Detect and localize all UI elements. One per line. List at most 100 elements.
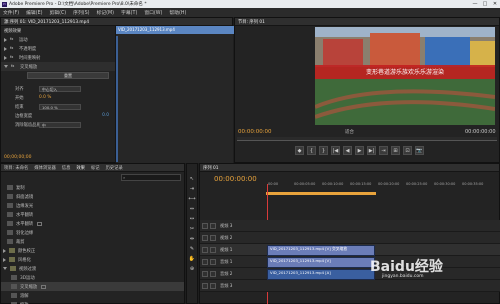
tab-source[interactable]: 源:序列 01: VID_20171203_112913.mp4 <box>4 19 89 25</box>
speaker-icon[interactable] <box>202 258 208 265</box>
razor-tool-icon[interactable]: ✂ <box>188 224 197 233</box>
watermark-sub: jingyan.baidu.com <box>382 274 424 279</box>
ruler-label: 00:00:15:00 <box>350 182 372 186</box>
clip-a1[interactable]: VID_20171203_112913.mp4 [A] <box>267 269 375 280</box>
folder-item[interactable]: 视频过渡 <box>1 264 184 273</box>
menu-window[interactable]: 窗口(W) <box>144 9 162 16</box>
tab-program[interactable]: 节目: 序列 01 <box>238 19 265 25</box>
field-end: 结束 100.0 % <box>15 102 113 111</box>
speaker-icon[interactable] <box>202 270 208 277</box>
sub-item-selected[interactable]: 交叉缩放 <box>1 282 184 291</box>
tab-markers[interactable]: 标记 <box>91 165 100 171</box>
effect-row-motion[interactable]: fx 运动 <box>1 35 115 44</box>
tab-info[interactable]: 信息 <box>62 165 71 171</box>
lock-icon[interactable] <box>210 270 216 277</box>
effect-item[interactable]: 复制 <box>1 183 184 192</box>
maximize-button[interactable]: □ <box>480 1 490 7</box>
go-to-in-button[interactable]: |◀ <box>331 146 340 155</box>
time-ruler[interactable]: 00:00 00:00:05:00 00:00:10:00 00:00:15:0… <box>266 182 500 190</box>
antialias-select[interactable]: 中 <box>39 121 81 128</box>
lock-icon[interactable] <box>210 222 216 229</box>
menu-clip[interactable]: 剪辑(C) <box>49 9 66 16</box>
effect-item[interactable]: 水平翻转 <box>1 210 184 219</box>
ripple-edit-tool-icon[interactable]: ⟷ <box>188 194 197 203</box>
sub-item[interactable]: 3D运动 <box>1 273 184 282</box>
step-back-button[interactable]: ◀ <box>343 146 352 155</box>
menu-file[interactable]: 文件(F) <box>3 9 19 16</box>
effect-row-opacity[interactable]: fx 不透明度 <box>1 44 115 53</box>
clip-bar[interactable]: VID_20171203_112913.mp4 <box>116 26 234 34</box>
clip-v1[interactable]: VID_20171203_112913.mp4 [V] <box>267 257 375 268</box>
timeline-timecode[interactable]: 00:00:00:00 <box>214 175 257 183</box>
clip-v2[interactable]: VID_20171203_112913.mp4 [V] 交叉缩放 <box>267 245 375 256</box>
track-select-tool-icon[interactable]: ⇥ <box>188 184 197 193</box>
accelerated-icon <box>37 221 43 226</box>
tab-history[interactable]: 历史记录 <box>106 165 123 171</box>
export-frame-button[interactable]: 📷 <box>415 146 424 155</box>
work-area-bar[interactable] <box>266 192 376 195</box>
fit-select[interactable]: 适合 <box>345 129 354 135</box>
effect-item[interactable]: 边缘发光 <box>1 201 184 210</box>
effect-item[interactable]: 裁剪 <box>1 237 184 246</box>
eye-icon[interactable] <box>202 234 208 241</box>
tab-sequence[interactable]: 序列 01 <box>203 165 218 171</box>
effect-row-time-remap[interactable]: fx 时间重映射 <box>1 53 115 62</box>
speaker-icon[interactable] <box>202 282 208 289</box>
folder-item[interactable]: 风格化 <box>1 255 184 264</box>
program-monitor-panel: 节目: 序列 01 变形巷道游乐族欢乐乐游渲染 00:00:00:00 适合 0… <box>234 17 500 163</box>
tab-project[interactable]: 项目: 未命名 <box>4 165 28 171</box>
selection-tool-icon[interactable]: ↖ <box>188 174 197 183</box>
menu-title[interactable]: 字幕(T) <box>121 9 137 16</box>
rate-stretch-tool-icon[interactable]: ↔ <box>188 214 197 223</box>
eye-icon[interactable] <box>202 222 208 229</box>
add-marker-button[interactable]: ◆ <box>295 146 304 155</box>
track-video-2: 视频 2 <box>200 232 500 244</box>
menu-marker[interactable]: 标记(M) <box>97 9 114 16</box>
timeline-panel: 序列 01 00:00:00:00 00:00 00:00:05:00 00:0… <box>199 163 500 304</box>
effects-panel: 项目: 未命名 媒体浏览器 信息 效果 标记 历史记录 ⌕ 复制 斜面滤镜 边缘… <box>0 163 185 304</box>
lift-button[interactable]: ⊞ <box>391 146 400 155</box>
sub-item[interactable]: 缩放 <box>1 300 184 304</box>
pen-tool-icon[interactable]: ✎ <box>188 244 197 253</box>
play-button[interactable]: ▶ <box>355 146 364 155</box>
reset-button[interactable]: 重置 <box>27 72 109 79</box>
lock-icon[interactable] <box>210 246 216 253</box>
effect-icon <box>7 203 13 208</box>
end-select[interactable]: 100.0 % <box>39 103 81 110</box>
program-scrubber[interactable] <box>237 137 497 141</box>
search-icon: ⌕ <box>123 175 126 180</box>
border-width-value[interactable]: 0.0 <box>102 113 109 118</box>
effect-controls-timecode: 00;00;00;00 <box>4 155 32 160</box>
eye-icon[interactable] <box>202 246 208 253</box>
minimize-button[interactable]: — <box>470 1 480 7</box>
slip-tool-icon[interactable]: ⇹ <box>188 234 197 243</box>
mark-in-button[interactable]: { <box>307 146 316 155</box>
tab-effects[interactable]: 效果 <box>76 165 85 171</box>
menu-help[interactable]: 帮助(H) <box>169 9 186 16</box>
hand-tool-icon[interactable]: ✋ <box>188 254 197 263</box>
tab-media-browser[interactable]: 媒体浏览器 <box>34 165 55 171</box>
effect-item[interactable]: 水平翻转 <box>1 219 184 228</box>
zoom-tool-icon[interactable]: ⊕ <box>188 264 197 273</box>
folder-item[interactable]: 颜色校正 <box>1 246 184 255</box>
effect-item[interactable]: 羽化边缘 <box>1 228 184 237</box>
close-button[interactable]: ✕ <box>490 1 500 7</box>
go-to-out-button[interactable]: ▶| <box>367 146 376 155</box>
rolling-edit-tool-icon[interactable]: ⇔ <box>188 204 197 213</box>
effects-search-input[interactable]: ⌕ <box>121 174 181 181</box>
menu-sequence[interactable]: 序列(S) <box>73 9 89 16</box>
effect-item[interactable]: 斜面滤镜 <box>1 192 184 201</box>
effect-row-cross-zoom[interactable]: fx 交叉缩放 <box>1 62 115 71</box>
align-select[interactable]: 中心切入 <box>39 85 81 92</box>
sub-item[interactable]: 溶解 <box>1 291 184 300</box>
lock-icon[interactable] <box>210 234 216 241</box>
lock-icon[interactable] <box>210 282 216 289</box>
lock-icon[interactable] <box>210 258 216 265</box>
program-timecode-left[interactable]: 00:00:00:00 <box>238 129 272 135</box>
insert-button[interactable]: ⇥ <box>379 146 388 155</box>
start-value[interactable]: 0.0 % <box>39 95 51 100</box>
menu-edit[interactable]: 编辑(E) <box>26 9 42 16</box>
premiere-logo-icon: Pr <box>2 1 7 7</box>
mark-out-button[interactable]: } <box>319 146 328 155</box>
extract-button[interactable]: ⊡ <box>403 146 412 155</box>
